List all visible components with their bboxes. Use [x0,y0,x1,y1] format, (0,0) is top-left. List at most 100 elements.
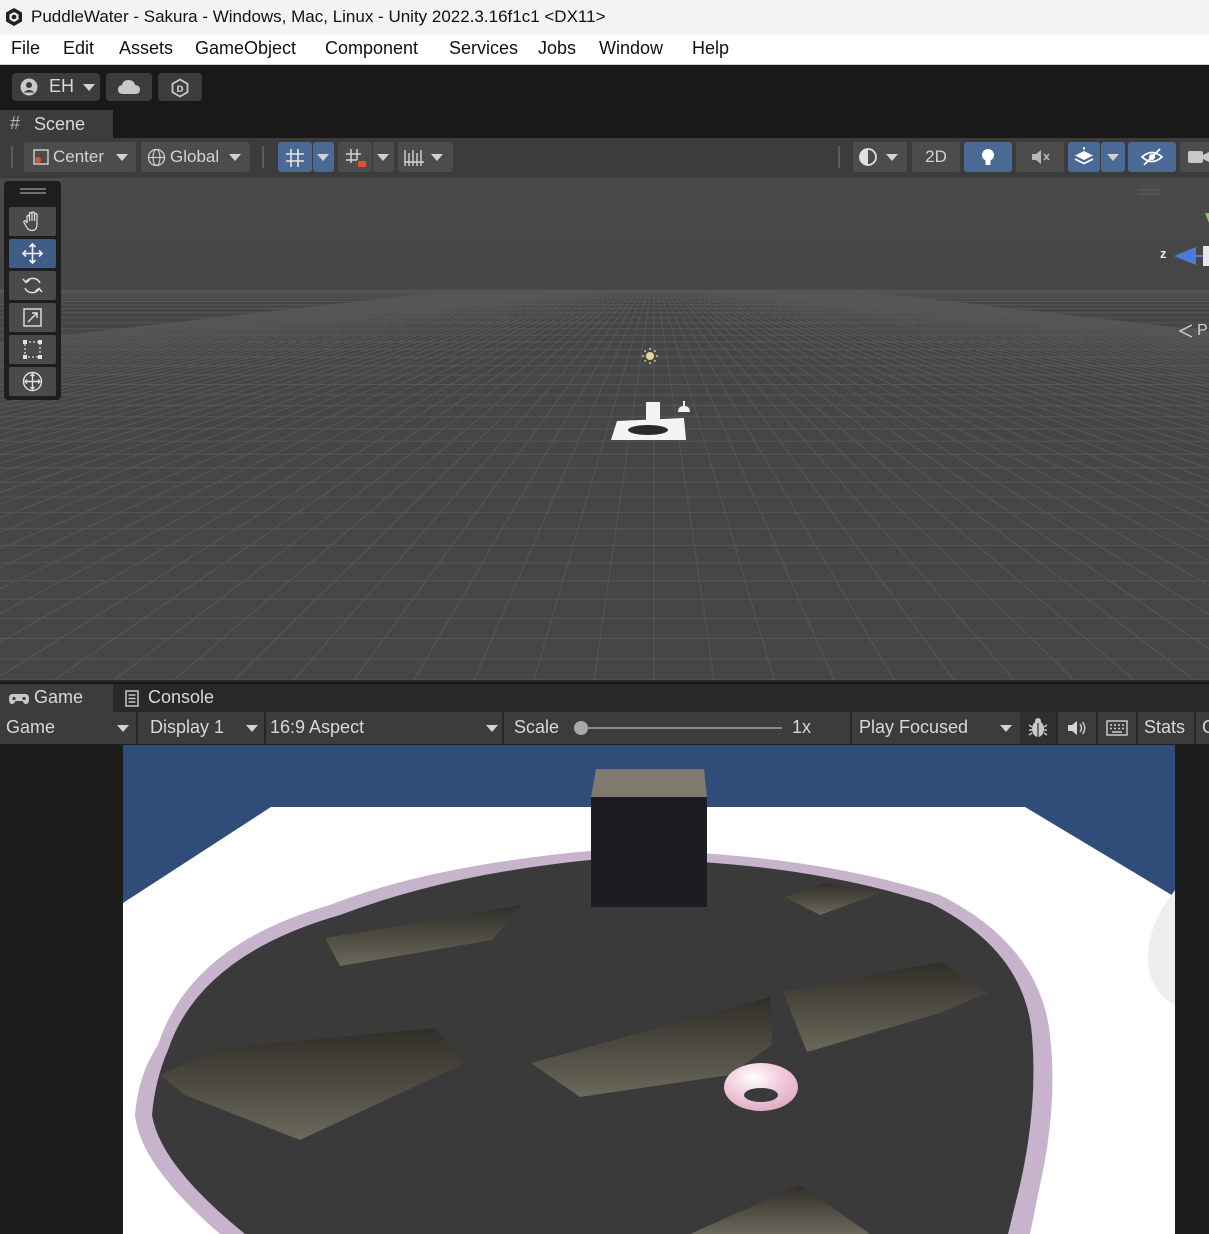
cube-top [591,769,707,797]
menu-file[interactable]: File [11,38,40,59]
transform-combined-icon [22,371,43,392]
account-button[interactable]: EH [12,73,100,101]
console-log-icon [125,690,139,707]
chevron-down-icon [1107,154,1119,161]
pivot-mode-label: Center [53,147,105,166]
frame-debugger-toggle[interactable] [1020,712,1056,744]
menu-component[interactable]: Component [325,38,418,59]
tab-game[interactable]: Game [0,684,113,714]
snap-increment-toggle[interactable] [338,142,372,172]
scene-audio-toggle[interactable] [1016,142,1064,172]
plastic-scm-button[interactable]: D [158,73,202,101]
play-mode-label: Play Focused [859,717,969,737]
move-arrows-icon [21,242,44,265]
menu-assets[interactable]: Assets [119,38,173,59]
transform-tool-button[interactable] [9,367,56,396]
stats-button[interactable]: Stats [1138,712,1194,744]
move-tool-button[interactable] [9,239,56,268]
aspect-ratio-label: 16:9 Aspect [270,717,365,737]
toggle-2d-label: 2D [925,147,947,166]
pivot-space-dropdown[interactable]: Global [141,142,250,172]
game-view-mode-dropdown[interactable]: Game [0,712,136,744]
mute-audio-icon [1032,150,1050,164]
scene-camera-dropdown[interactable] [1180,142,1209,172]
layers-effects-icon [1074,147,1094,165]
chevron-down-icon [317,154,329,161]
tab-game-label: Game [34,687,84,707]
scene-toolbar: Center Global 2D [0,138,1209,178]
rect-transform-icon [23,340,42,359]
toolbar-grip [11,146,13,168]
mute-audio-toggle[interactable] [1058,712,1096,744]
main-toolbar: EH D [0,65,1209,110]
scale-icon [23,308,42,327]
game-render [123,745,1175,1234]
tab-console-label: Console [148,687,215,707]
scene-hash-icon: # [10,113,21,133]
toolbar-separator [262,146,264,168]
globe-icon [147,148,166,167]
gizmos-button[interactable]: G [1196,712,1209,744]
play-mode-dropdown[interactable]: Play Focused [852,712,1018,744]
scene-lighting-toggle[interactable] [964,142,1012,172]
snap-increment-dropdown[interactable] [373,142,394,172]
scene-viewport[interactable]: z P [0,178,1209,680]
hand-tool-button[interactable] [9,207,56,236]
gamepad-icon [9,694,29,704]
tab-scene[interactable]: # Scene [0,110,113,138]
gizmo-z-label: z [1160,246,1167,261]
cloud-button[interactable] [106,73,152,101]
chevron-down-icon [1000,725,1012,732]
rotate-icon [22,277,43,294]
scene-effects-dropdown[interactable] [1101,142,1125,172]
pivot-space-label: Global [170,147,220,166]
rect-tool-button[interactable] [9,335,56,364]
scale-label: Scale [514,717,560,737]
ruler-icon [404,150,424,166]
scale-slider-thumb[interactable] [574,721,588,735]
display-dropdown[interactable]: Display 1 [138,712,264,744]
grid-snapping-toggle[interactable] [278,142,312,172]
account-icon [20,78,38,96]
game-tab-strip: Game Console [0,682,1209,714]
title-bar: PuddleWater - Sakura - Windows, Mac, Lin… [0,0,1209,34]
speaker-icon [1068,721,1086,735]
toolbar-separator [838,146,840,168]
menu-bar: File Edit Assets GameObject Component Se… [0,34,1209,65]
menu-services[interactable]: Services [449,38,518,59]
pivot-mode-dropdown[interactable]: Center [24,142,136,172]
aspect-ratio-dropdown[interactable]: 16:9 Aspect [266,712,502,744]
menu-gameobject[interactable]: GameObject [195,38,296,59]
pivot-center-icon [33,149,49,165]
scale-tool-button[interactable] [9,303,56,332]
gizmo-projection-label[interactable]: P [1197,322,1208,340]
menu-edit[interactable]: Edit [63,38,94,59]
keyboard-icon [1106,720,1128,736]
scale-slider-track[interactable] [582,727,782,729]
hidden-eye-icon [1140,148,1164,166]
draw-mode-dropdown[interactable] [853,142,907,172]
game-viewport[interactable] [0,745,1209,1234]
scene-effects-toggle[interactable] [1068,142,1100,172]
game-view-mode-label: Game [6,717,56,737]
unity-logo-icon [6,8,22,26]
gizmos-label: G [1202,717,1209,738]
menu-jobs[interactable]: Jobs [538,38,576,59]
scene-grid [0,178,1209,680]
toggle-2d-button[interactable]: 2D [912,142,960,172]
grid-snapping-dropdown[interactable] [313,142,334,172]
scene-visibility-toggle[interactable] [1128,142,1176,172]
chevron-down-icon [246,725,258,732]
tab-console[interactable]: Console [118,684,228,714]
pink-ring-object [724,1063,798,1111]
shortcuts-toggle[interactable] [1098,712,1136,744]
menu-help[interactable]: Help [692,38,729,59]
scale-control: Scale 1x [504,712,850,744]
rotate-tool-button[interactable] [9,271,56,300]
menu-window[interactable]: Window [599,38,663,59]
chevron-down-icon [486,725,498,732]
stats-label: Stats [1144,717,1186,737]
chevron-down-icon [886,154,898,161]
snap-settings-dropdown[interactable] [398,142,453,172]
overlay-drag-handle-icon[interactable] [20,187,46,195]
